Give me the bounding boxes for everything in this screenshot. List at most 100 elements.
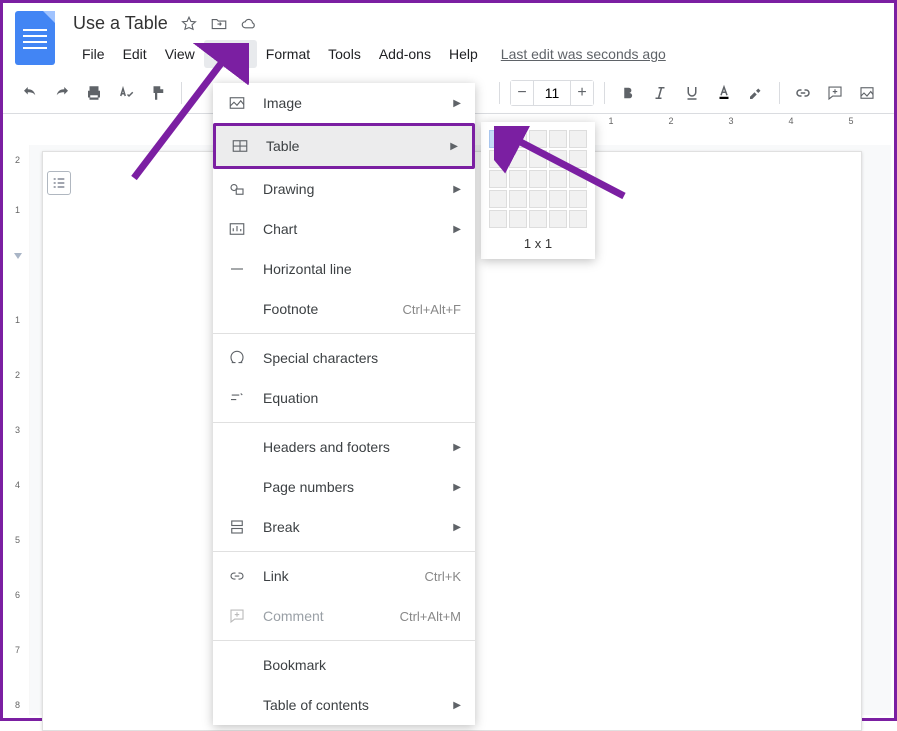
table-picker-cell[interactable] xyxy=(529,170,547,188)
table-picker-cell[interactable] xyxy=(529,190,547,208)
document-title[interactable]: Use a Table xyxy=(73,13,168,34)
font-size-decrease[interactable]: − xyxy=(510,80,534,106)
menu-item-special-characters[interactable]: Special characters xyxy=(213,338,475,378)
menu-help[interactable]: Help xyxy=(440,40,487,68)
menu-separator xyxy=(213,333,475,334)
font-size-increase[interactable]: + xyxy=(570,80,594,106)
ruler-vertical[interactable]: 2 1 1 2 3 4 5 6 7 8 xyxy=(6,145,30,715)
ruler-mark: 2 xyxy=(15,155,20,165)
undo-button[interactable] xyxy=(17,80,43,106)
table-picker-cell[interactable] xyxy=(489,150,507,168)
add-comment-button[interactable] xyxy=(822,80,848,106)
menu-item-horizontal-line[interactable]: Horizontal line xyxy=(213,249,475,289)
spellcheck-button[interactable] xyxy=(113,80,139,106)
table-picker-cell[interactable] xyxy=(549,170,567,188)
toolbar-separator xyxy=(604,82,605,104)
menubar: File Edit View Insert Format Tools Add-o… xyxy=(73,40,882,68)
table-picker-cell[interactable] xyxy=(509,190,527,208)
menu-item-drawing[interactable]: Drawing ▶ xyxy=(213,169,475,209)
submenu-arrow-icon: ▶ xyxy=(453,700,461,711)
menu-item-label: Link xyxy=(263,568,409,584)
menu-item-footnote[interactable]: Footnote Ctrl+Alt+F xyxy=(213,289,475,329)
menu-item-link[interactable]: Link Ctrl+K xyxy=(213,556,475,596)
table-picker-cell[interactable] xyxy=(549,190,567,208)
ruler-indent-marker[interactable] xyxy=(14,253,22,259)
equation-icon xyxy=(227,388,247,408)
ruler-tick: 5 xyxy=(848,116,853,126)
table-picker-cell[interactable] xyxy=(529,210,547,228)
menu-edit[interactable]: Edit xyxy=(114,40,156,68)
table-picker-cell[interactable] xyxy=(569,150,587,168)
ruler-tick: 3 xyxy=(728,116,733,126)
star-icon[interactable] xyxy=(180,15,198,33)
ruler-horizontal[interactable]: 1 2 3 4 5 xyxy=(61,114,894,132)
menu-item-headers-footers[interactable]: Headers and footers ▶ xyxy=(213,427,475,467)
menu-item-label: Break xyxy=(263,519,437,535)
shortcut-label: Ctrl+K xyxy=(425,569,461,584)
table-picker-cell[interactable] xyxy=(549,210,567,228)
menu-file[interactable]: File xyxy=(73,40,114,68)
menu-item-label: Horizontal line xyxy=(263,261,461,277)
table-picker-cell[interactable] xyxy=(509,150,527,168)
move-folder-icon[interactable] xyxy=(210,15,228,33)
menu-tools[interactable]: Tools xyxy=(319,40,370,68)
menu-item-break[interactable]: Break ▶ xyxy=(213,507,475,547)
document-outline-toggle[interactable] xyxy=(47,171,71,195)
cloud-status-icon[interactable] xyxy=(240,15,258,33)
menu-view[interactable]: View xyxy=(156,40,204,68)
page-numbers-icon xyxy=(227,477,247,497)
table-picker-cell[interactable] xyxy=(529,150,547,168)
menu-item-label: Comment xyxy=(263,608,384,624)
menu-item-table-of-contents[interactable]: Table of contents ▶ xyxy=(213,685,475,725)
table-picker-cell[interactable] xyxy=(489,130,507,148)
menu-format[interactable]: Format xyxy=(257,40,319,68)
table-picker-cell[interactable] xyxy=(509,130,527,148)
redo-button[interactable] xyxy=(49,80,75,106)
menu-item-label: Table of contents xyxy=(263,697,437,713)
menu-item-image[interactable]: Image ▶ xyxy=(213,83,475,123)
table-picker-cell[interactable] xyxy=(569,130,587,148)
table-picker-cell[interactable] xyxy=(569,190,587,208)
toolbar-separator xyxy=(181,82,182,104)
menu-item-page-numbers[interactable]: Page numbers ▶ xyxy=(213,467,475,507)
menu-addons[interactable]: Add-ons xyxy=(370,40,440,68)
menu-item-bookmark[interactable]: Bookmark xyxy=(213,645,475,685)
submenu-arrow-icon: ▶ xyxy=(453,224,461,235)
menu-separator xyxy=(213,640,475,641)
menu-insert[interactable]: Insert xyxy=(204,40,257,68)
insert-image-button[interactable] xyxy=(854,80,880,106)
table-picker-cell[interactable] xyxy=(489,210,507,228)
table-picker-cell[interactable] xyxy=(569,210,587,228)
bold-button[interactable] xyxy=(615,80,641,106)
menu-item-equation[interactable]: Equation xyxy=(213,378,475,418)
text-color-button[interactable] xyxy=(711,80,737,106)
toc-icon xyxy=(227,695,247,715)
italic-button[interactable] xyxy=(647,80,673,106)
font-size-value[interactable]: 11 xyxy=(534,80,570,106)
table-picker-cell[interactable] xyxy=(509,170,527,188)
ruler-mark: 3 xyxy=(15,425,20,435)
table-picker-cell[interactable] xyxy=(569,170,587,188)
table-icon xyxy=(230,136,250,156)
table-picker-cell[interactable] xyxy=(489,190,507,208)
special-chars-icon xyxy=(227,348,247,368)
table-size-picker[interactable]: 1 x 1 xyxy=(481,122,595,259)
underline-button[interactable] xyxy=(679,80,705,106)
google-docs-logo[interactable] xyxy=(15,11,55,65)
print-button[interactable] xyxy=(81,80,107,106)
table-picker-cell[interactable] xyxy=(549,130,567,148)
menu-item-label: Equation xyxy=(263,390,461,406)
last-edit-link[interactable]: Last edit was seconds ago xyxy=(501,46,666,62)
menu-item-table[interactable]: Table ▶ xyxy=(213,123,475,169)
table-picker-cell[interactable] xyxy=(509,210,527,228)
insert-link-button[interactable] xyxy=(790,80,816,106)
table-picker-cell[interactable] xyxy=(489,170,507,188)
font-size-stepper[interactable]: − 11 + xyxy=(510,80,594,106)
menu-separator xyxy=(213,422,475,423)
table-picker-cell[interactable] xyxy=(529,130,547,148)
paint-format-button[interactable] xyxy=(145,80,171,106)
highlight-button[interactable] xyxy=(743,80,769,106)
menu-item-chart[interactable]: Chart ▶ xyxy=(213,209,475,249)
menu-item-label: Page numbers xyxy=(263,479,437,495)
table-picker-cell[interactable] xyxy=(549,150,567,168)
